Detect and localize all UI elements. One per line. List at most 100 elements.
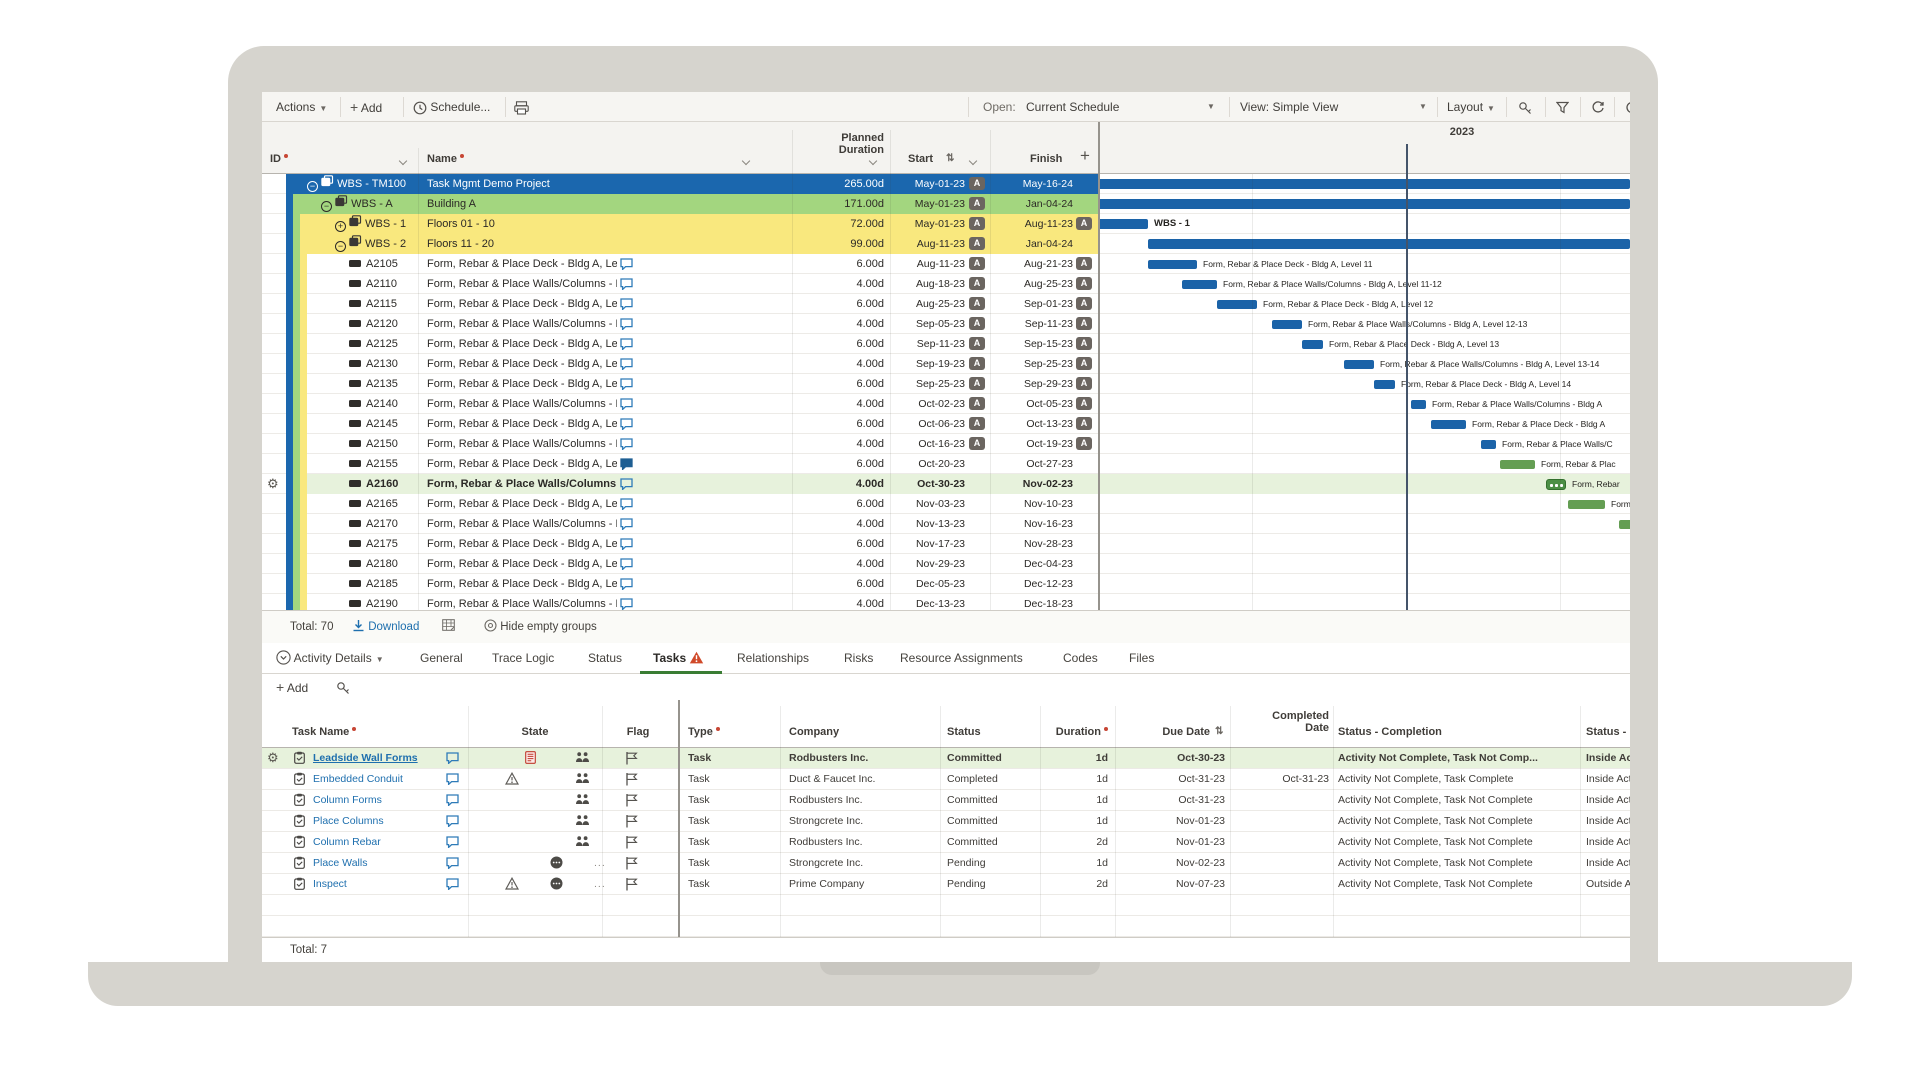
- tab-status[interactable]: Status: [588, 643, 622, 674]
- gantt-bar[interactable]: [1481, 440, 1496, 449]
- view-select[interactable]: View: Simple View: [1240, 92, 1338, 122]
- gantt-bar[interactable]: [1568, 500, 1605, 509]
- gantt-bar[interactable]: [1374, 380, 1395, 389]
- flag-icon[interactable]: [625, 751, 638, 768]
- add-column-button[interactable]: +: [1080, 146, 1090, 166]
- col-completed-date[interactable]: CompletedDate: [1222, 710, 1329, 734]
- gantt-bar[interactable]: [1302, 340, 1323, 349]
- collapse-icon[interactable]: −: [335, 241, 346, 252]
- task-name-link[interactable]: Place Walls: [313, 853, 443, 874]
- open-schedule-select[interactable]: Current Schedule: [1026, 92, 1119, 122]
- grid-row[interactable]: − WBS - TM100Task Mgmt Demo Project265.0…: [262, 174, 1630, 194]
- grid-row[interactable]: A2165Form, Rebar & Place Deck - Bldg A, …: [262, 494, 1630, 514]
- grid-row[interactable]: A2120Form, Rebar & Place Walls/Columns -…: [262, 314, 1630, 334]
- comment-icon[interactable]: [620, 277, 633, 291]
- gantt-bar[interactable]: [1431, 420, 1466, 429]
- col-type[interactable]: Type: [688, 726, 720, 738]
- comment-icon[interactable]: [446, 773, 459, 788]
- collapse-icon[interactable]: −: [321, 201, 332, 212]
- clipped-toolbar-button[interactable]: [1623, 92, 1630, 122]
- gantt-bar[interactable]: [1098, 179, 1630, 189]
- gantt-bar[interactable]: [1619, 520, 1630, 529]
- grid-row[interactable]: − WBS - ABuilding A171.00dMay-01-23AJan-…: [262, 194, 1630, 214]
- grid-row[interactable]: A2190Form, Rebar & Place Walls/Columns -…: [262, 594, 1630, 610]
- task-add-button[interactable]: + Add: [276, 674, 308, 700]
- expand-icon[interactable]: +: [335, 221, 346, 232]
- task-name-link[interactable]: Place Columns: [313, 811, 443, 832]
- col-name-header[interactable]: Name: [427, 153, 464, 165]
- grid-row[interactable]: A2170Form, Rebar & Place Walls/Columns -…: [262, 514, 1630, 534]
- chevron-down-icon[interactable]: [969, 157, 977, 165]
- grid-row[interactable]: A2175Form, Rebar & Place Deck - Bldg A, …: [262, 534, 1630, 554]
- comment-icon[interactable]: [446, 857, 459, 872]
- grid-row[interactable]: A2135Form, Rebar & Place Deck - Bldg A, …: [262, 374, 1630, 394]
- comment-icon[interactable]: [620, 597, 633, 610]
- task-name-link[interactable]: Column Forms: [313, 790, 443, 811]
- schedule-button[interactable]: Schedule...: [413, 92, 490, 122]
- col-duration[interactable]: Duration: [1018, 726, 1108, 738]
- comment-icon[interactable]: [620, 437, 633, 451]
- gantt-bar[interactable]: [1411, 400, 1426, 409]
- layout-button[interactable]: Layout▼: [1447, 92, 1495, 122]
- caret-down-icon[interactable]: ▼: [1207, 92, 1215, 122]
- grid-row[interactable]: A2125Form, Rebar & Place Deck - Bldg A, …: [262, 334, 1630, 354]
- comment-icon[interactable]: [620, 577, 633, 591]
- col-task-name[interactable]: Task Name: [292, 726, 356, 738]
- col-due-date[interactable]: Due Date: [1118, 726, 1210, 738]
- comment-icon[interactable]: [446, 815, 459, 830]
- flag-icon[interactable]: [625, 772, 638, 789]
- flag-icon[interactable]: [625, 835, 638, 852]
- grid-row[interactable]: A2105Form, Rebar & Place Deck - Bldg A, …: [262, 254, 1630, 274]
- col-planned-header[interactable]: PlannedDuration: [792, 132, 884, 156]
- grid-row[interactable]: ⚙A2160Form, Rebar & Place Walls/Columns …: [262, 474, 1630, 494]
- comment-icon[interactable]: [620, 477, 633, 491]
- settings-key-button[interactable]: [1518, 92, 1532, 122]
- comment-icon[interactable]: [620, 317, 633, 331]
- grid-row[interactable]: A2185Form, Rebar & Place Deck - Bldg A, …: [262, 574, 1630, 594]
- chevron-down-icon[interactable]: [869, 157, 877, 165]
- flag-icon[interactable]: [625, 856, 638, 873]
- col-company[interactable]: Company: [789, 726, 839, 738]
- grid-row[interactable]: A2110Form, Rebar & Place Walls/Columns -…: [262, 274, 1630, 294]
- col-start-header[interactable]: Start: [908, 153, 933, 165]
- print-button[interactable]: [514, 92, 529, 122]
- grid-row[interactable]: A2140Form, Rebar & Place Walls/Columns -…: [262, 394, 1630, 414]
- tab-codes[interactable]: Codes: [1063, 643, 1098, 674]
- actions-button[interactable]: Actions▼: [276, 92, 327, 122]
- comment-icon[interactable]: [446, 836, 459, 851]
- gear-icon[interactable]: ⚙: [267, 474, 279, 494]
- gantt-bar[interactable]: [1500, 460, 1535, 469]
- comment-icon[interactable]: [620, 397, 633, 411]
- col-state[interactable]: State: [468, 726, 602, 738]
- col-status-date[interactable]: Status - Dat: [1586, 726, 1630, 738]
- col-status[interactable]: Status: [947, 726, 981, 738]
- activity-details-selector[interactable]: Activity Details▼: [276, 643, 384, 674]
- flag-icon[interactable]: [625, 793, 638, 810]
- gantt-bar[interactable]: [1098, 219, 1148, 229]
- grid-row[interactable]: A2180Form, Rebar & Place Deck - Bldg A, …: [262, 554, 1630, 574]
- grid-row[interactable]: A2130Form, Rebar & Place Deck - Bldg A, …: [262, 354, 1630, 374]
- table-edit-button[interactable]: [442, 611, 455, 644]
- gantt-task-pill[interactable]: [1546, 479, 1566, 490]
- comment-icon[interactable]: [620, 517, 633, 531]
- grid-row[interactable]: A2115Form, Rebar & Place Deck - Bldg A, …: [262, 294, 1630, 314]
- filter-button[interactable]: [1556, 92, 1569, 122]
- gear-icon[interactable]: ⚙: [267, 748, 279, 769]
- task-name-link[interactable]: Leadside Wall Forms: [313, 748, 443, 769]
- comment-icon[interactable]: [620, 297, 633, 311]
- flag-icon[interactable]: [625, 814, 638, 831]
- table-chart-splitter[interactable]: [1098, 122, 1100, 610]
- comment-icon[interactable]: [620, 417, 633, 431]
- tab-files[interactable]: Files: [1129, 643, 1154, 674]
- flag-icon[interactable]: [625, 877, 638, 894]
- comment-icon[interactable]: [446, 878, 459, 893]
- tab-relationships[interactable]: Relationships: [737, 643, 809, 674]
- gantt-bar[interactable]: [1344, 360, 1374, 369]
- chevron-down-icon[interactable]: [742, 157, 750, 165]
- sort-icon[interactable]: ⇅: [946, 153, 954, 164]
- refresh-button[interactable]: [1591, 92, 1605, 122]
- comment-icon[interactable]: [620, 557, 633, 571]
- ellipsis-more[interactable]: ...: [594, 874, 606, 895]
- tab-risks[interactable]: Risks: [844, 643, 873, 674]
- task-settings-key-button[interactable]: [336, 674, 350, 700]
